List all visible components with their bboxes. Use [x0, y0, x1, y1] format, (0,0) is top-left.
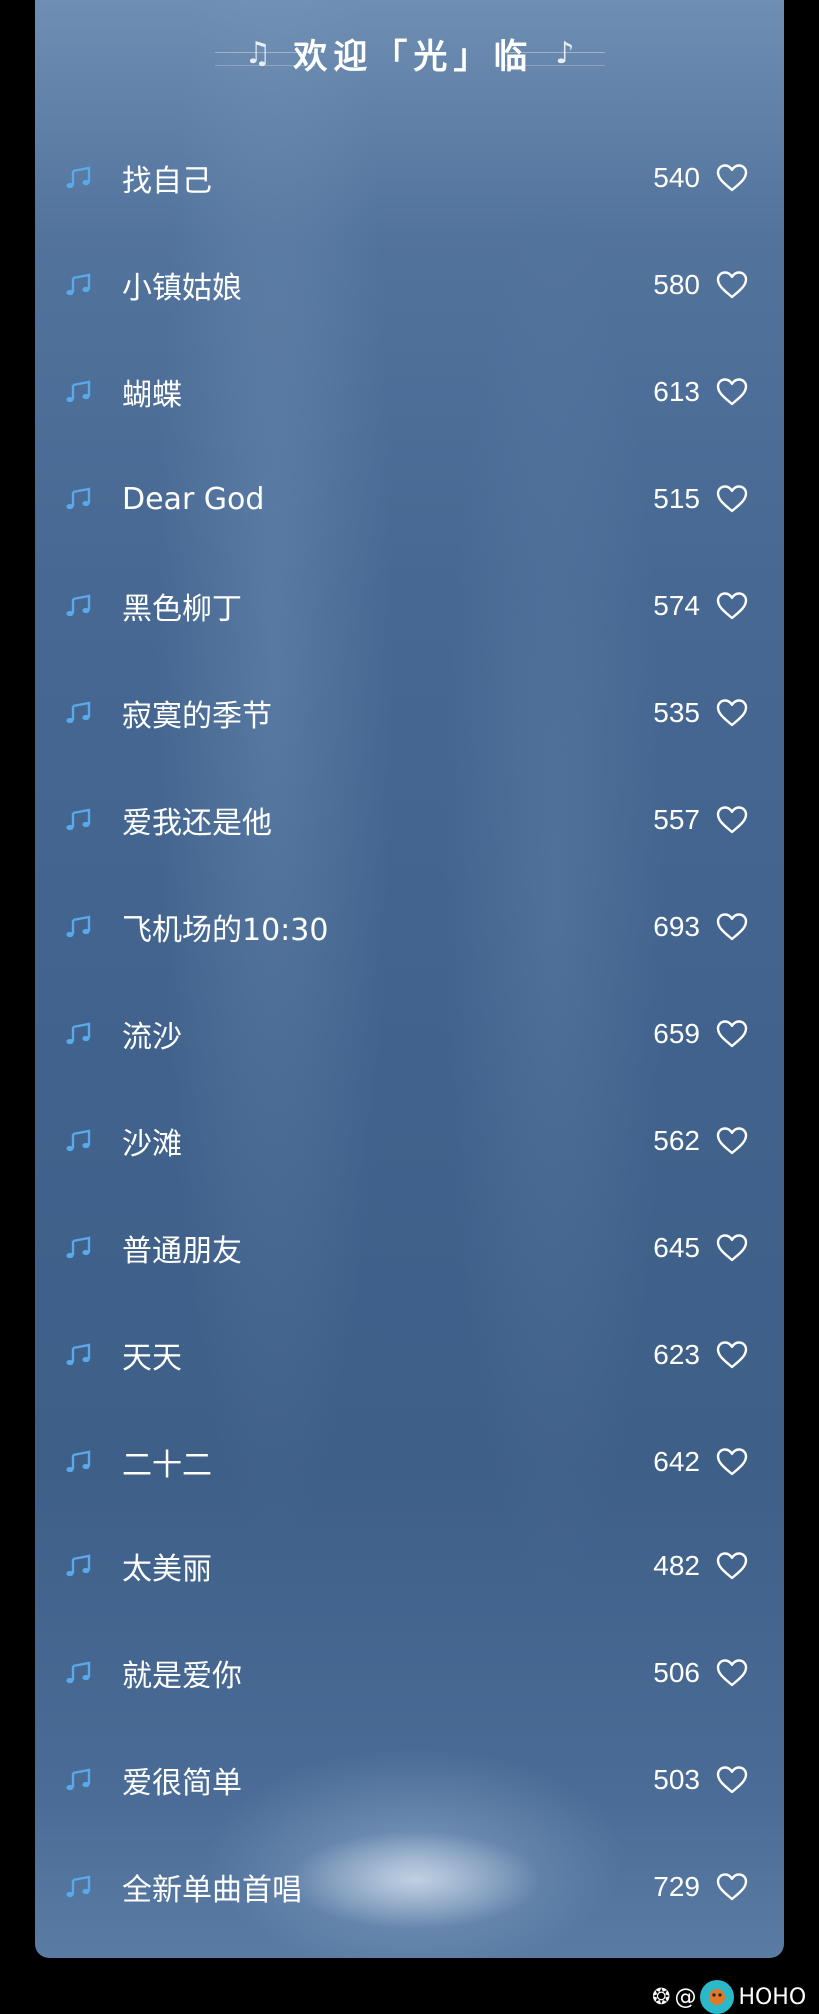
song-row[interactable]: 沙滩 562 — [35, 1111, 784, 1171]
like-count: 623 — [653, 1339, 700, 1370]
like-count: 580 — [653, 269, 700, 300]
music-note-icon — [64, 166, 92, 190]
song-row[interactable]: 找自己 540 — [35, 148, 784, 208]
heart-outline-icon[interactable] — [715, 1447, 749, 1477]
like-count: 540 — [653, 162, 700, 193]
heart-outline-icon[interactable] — [715, 1551, 749, 1581]
like-count: 535 — [653, 697, 700, 728]
music-note-icon — [64, 1129, 92, 1153]
song-title: 爱很简单 — [122, 1766, 242, 1801]
heart-outline-icon[interactable] — [715, 805, 749, 835]
song-row[interactable]: 全新单曲首唱 729 — [35, 1857, 784, 1917]
heart-outline-icon[interactable] — [715, 1340, 749, 1370]
heart-outline-icon[interactable] — [715, 1765, 749, 1795]
song-title: 就是爱你 — [122, 1659, 242, 1694]
song-row[interactable]: 太美丽 482 — [35, 1536, 784, 1596]
like-count: 506 — [653, 1657, 700, 1688]
music-note-icon — [64, 1875, 92, 1899]
music-note-icon — [64, 594, 92, 618]
watermark-at: @ — [674, 1984, 697, 2010]
page-title: 欢迎「光」临 — [293, 36, 534, 77]
single-note-icon: ♪ — [555, 35, 575, 71]
song-title: 蝴蝶 — [122, 378, 182, 413]
heart-outline-icon[interactable] — [715, 163, 749, 193]
song-title: 找自己 — [122, 164, 212, 199]
music-note-icon — [64, 1236, 92, 1260]
music-note-icon — [64, 701, 92, 725]
song-title: 黑色柳丁 — [122, 592, 242, 627]
heart-outline-icon[interactable] — [715, 1233, 749, 1263]
song-list-panel: ♫ 欢迎「光」临 ♪ 找自己 540 小镇姑娘 580 蝴蝶 613 Dear God 515… — [35, 0, 784, 1958]
music-note-icon — [64, 1554, 92, 1578]
like-count: 729 — [653, 1871, 700, 1902]
song-title: 天天 — [122, 1341, 182, 1376]
heart-outline-icon[interactable] — [715, 484, 749, 514]
song-title: 寂寞的季节 — [122, 699, 272, 734]
like-count: 503 — [653, 1764, 700, 1795]
song-row[interactable]: 小镇姑娘 580 — [35, 255, 784, 315]
song-row[interactable]: Dear God 515 — [35, 469, 784, 529]
heart-outline-icon[interactable] — [715, 1658, 749, 1688]
song-title: Dear God — [122, 481, 265, 517]
song-title: 太美丽 — [122, 1552, 212, 1587]
heart-outline-icon[interactable] — [715, 1019, 749, 1049]
music-note-icon — [64, 1768, 92, 1792]
like-count: 574 — [653, 590, 700, 621]
music-note-icon — [64, 915, 92, 939]
music-note-icon — [64, 273, 92, 297]
heart-outline-icon[interactable] — [715, 698, 749, 728]
song-row[interactable]: 就是爱你 506 — [35, 1643, 784, 1703]
watermark-suffix: HOHO — [738, 1984, 807, 2010]
music-note-icon — [64, 1450, 92, 1474]
header: ♫ 欢迎「光」临 ♪ — [35, 18, 784, 88]
song-title: 全新单曲首唱 — [122, 1873, 302, 1908]
song-title: 流沙 — [122, 1020, 182, 1055]
weibo-icon: ❂ — [652, 1984, 671, 2010]
music-note-icon — [64, 1022, 92, 1046]
song-row[interactable]: 黑色柳丁 574 — [35, 576, 784, 636]
heart-outline-icon[interactable] — [715, 912, 749, 942]
song-title: 飞机场的10:30 — [122, 913, 329, 948]
music-note-icon — [64, 487, 92, 511]
like-count: 659 — [653, 1018, 700, 1049]
like-count: 562 — [653, 1125, 700, 1156]
watermark: ❂ @ HOHO — [652, 1980, 806, 2014]
song-row[interactable]: 流沙 659 — [35, 1004, 784, 1064]
watermark-avatar — [700, 1980, 735, 2014]
like-count: 693 — [653, 911, 700, 942]
song-row[interactable]: 飞机场的10:30 693 — [35, 897, 784, 957]
like-count: 642 — [653, 1446, 700, 1477]
heart-outline-icon[interactable] — [715, 270, 749, 300]
song-title: 爱我还是他 — [122, 806, 272, 841]
like-count: 482 — [653, 1550, 700, 1581]
music-note-icon — [64, 808, 92, 832]
song-row[interactable]: 爱很简单 503 — [35, 1750, 784, 1810]
double-note-icon: ♫ — [244, 35, 272, 71]
song-row[interactable]: 蝴蝶 613 — [35, 362, 784, 422]
music-note-icon — [64, 1661, 92, 1685]
song-title: 小镇姑娘 — [122, 271, 242, 306]
heart-outline-icon[interactable] — [715, 1126, 749, 1156]
like-count: 645 — [653, 1232, 700, 1263]
like-count: 613 — [653, 376, 700, 407]
like-count: 515 — [653, 483, 700, 514]
song-row[interactable]: 普通朋友 645 — [35, 1218, 784, 1278]
song-title: 沙滩 — [122, 1127, 182, 1162]
song-row[interactable]: 天天 623 — [35, 1325, 784, 1385]
music-note-icon — [64, 380, 92, 404]
song-row[interactable]: 寂寞的季节 535 — [35, 683, 784, 743]
heart-outline-icon[interactable] — [715, 591, 749, 621]
music-note-icon — [64, 1343, 92, 1367]
song-row[interactable]: 爱我还是他 557 — [35, 790, 784, 850]
heart-outline-icon[interactable] — [715, 1872, 749, 1902]
song-title: 二十二 — [122, 1448, 212, 1483]
song-row[interactable]: 二十二 642 — [35, 1432, 784, 1492]
like-count: 557 — [653, 804, 700, 835]
song-title: 普通朋友 — [122, 1234, 242, 1269]
heart-outline-icon[interactable] — [715, 377, 749, 407]
